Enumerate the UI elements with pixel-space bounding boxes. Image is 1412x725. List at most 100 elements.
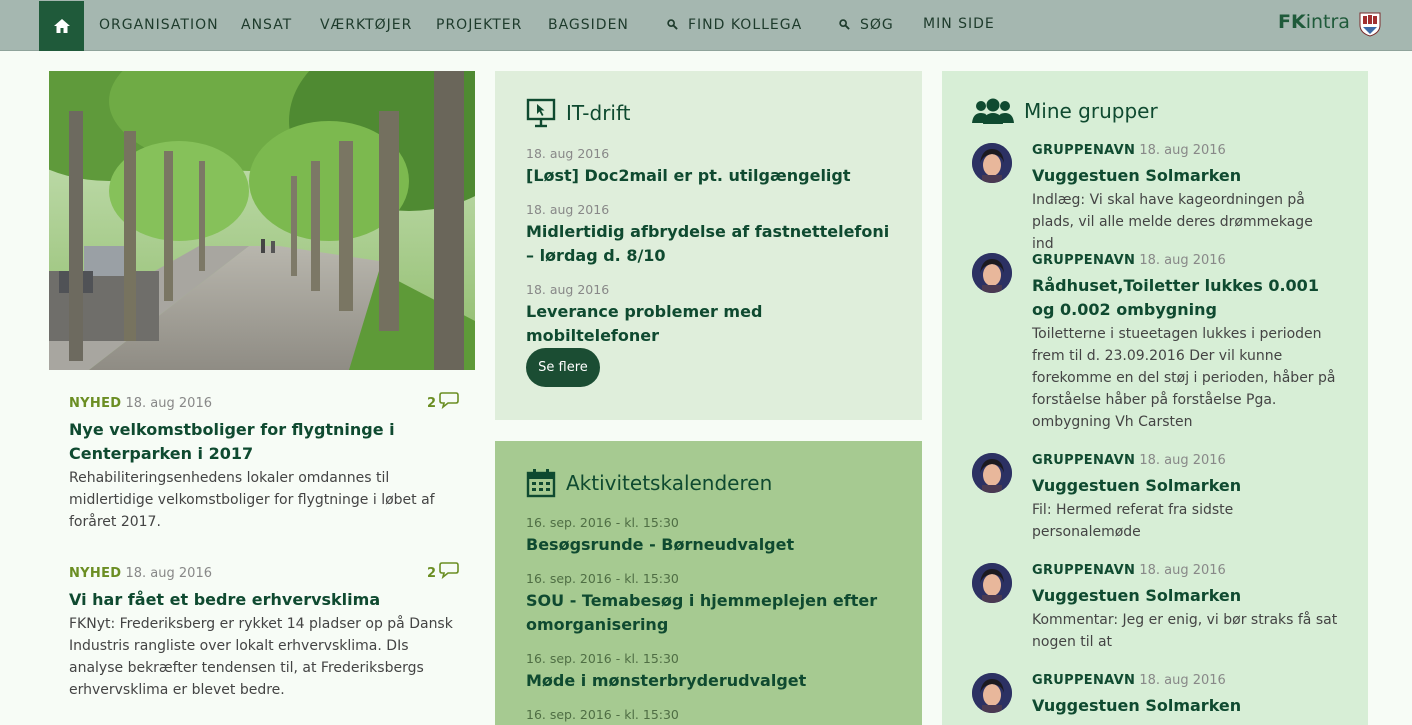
- group-meta: GRUPPENAVN 18. aug 2016: [1032, 673, 1338, 691]
- monitor-pointer-icon: [526, 98, 556, 128]
- comment-count-value: 2: [426, 566, 436, 581]
- it-item-date: 18. aug 2016: [526, 202, 610, 217]
- group-post-title[interactable]: Vuggestuen Solmarken: [1032, 164, 1338, 188]
- calendar-item[interactable]: 16. sep. 2016 - kl. 15:30 Besøgsrunde - …: [526, 515, 896, 557]
- news-title[interactable]: Vi har fået et bedre erhvervsklima: [69, 588, 459, 612]
- activity-calendar-card: Aktivitetskalenderen 16. sep. 2016 - kl.…: [495, 441, 922, 725]
- calendar-item-date: 16. sep. 2016 - kl. 15:30: [526, 515, 679, 530]
- crest-icon: [1359, 12, 1381, 37]
- nav-item-projekter[interactable]: PROJEKTER: [436, 17, 522, 33]
- group-name-label[interactable]: GRUPPENAVN: [1032, 253, 1135, 268]
- it-item-date: 18. aug 2016: [526, 146, 610, 161]
- group-meta: GRUPPENAVN 18. aug 2016: [1032, 253, 1338, 271]
- home-icon: [53, 19, 70, 33]
- find-kollega-label: FIND KOLLEGA: [688, 17, 803, 33]
- group-post-text: Indlæg: Vi skal have kageordningen på pl…: [1032, 192, 1313, 252]
- comment-bubble-icon: [439, 562, 459, 580]
- news-item[interactable]: NYHED 18. aug 2016 2 Nye velkomstboliger…: [69, 392, 459, 533]
- comment-count-value: 2: [426, 396, 436, 411]
- avatar: [972, 563, 1012, 603]
- news-date: 18. aug 2016: [125, 566, 212, 581]
- news-meta: NYHED 18. aug 2016: [69, 396, 459, 414]
- group-date: 18. aug 2016: [1139, 673, 1226, 688]
- group-name-label[interactable]: GRUPPENAVN: [1032, 453, 1135, 468]
- nav-item-organisation[interactable]: ORGANISATION: [99, 17, 219, 33]
- calendar-title: Aktivitetskalenderen: [526, 468, 772, 498]
- group-date: 18. aug 2016: [1139, 563, 1226, 578]
- search-icon: [667, 19, 678, 30]
- comment-count[interactable]: 2: [427, 562, 459, 581]
- it-item-title[interactable]: [Løst] Doc2mail er pt. utilgængeligt: [526, 164, 896, 188]
- group-meta: GRUPPENAVN 18. aug 2016: [1032, 143, 1338, 161]
- calendar-item-title[interactable]: Besøgsrunde - Børneudvalget: [526, 533, 896, 557]
- it-item[interactable]: 18. aug 2016 [Løst] Doc2mail er pt. util…: [526, 146, 896, 188]
- calendar-item-title[interactable]: SOU - Temabesøg i hjemmeplejen efter omo…: [526, 589, 896, 637]
- nav-item-find-kollega[interactable]: FIND KOLLEGA: [667, 17, 802, 33]
- calendar-item-date: 16. sep. 2016 - kl. 15:30: [526, 707, 679, 722]
- tree-avenue-image: [49, 71, 475, 370]
- calendar-icon: [526, 469, 556, 498]
- news-text: FKNyt: Frederiksberg er rykket 14 pladse…: [69, 616, 453, 698]
- it-drift-card: IT-drift 18. aug 2016 [Løst] Doc2mail er…: [495, 71, 922, 420]
- group-meta: GRUPPENAVN 18. aug 2016: [1032, 563, 1338, 581]
- it-item-title[interactable]: Midlertidig afbrydelse af fastnettelefon…: [526, 220, 896, 268]
- news-tag: NYHED: [69, 396, 122, 411]
- nav-item-vaerktoejer[interactable]: VÆRKTØJER: [320, 17, 412, 33]
- group-name-label[interactable]: GRUPPENAVN: [1032, 143, 1135, 158]
- group-post-text: Fil: Hermed referat fra sidste personale…: [1032, 502, 1234, 540]
- calendar-item-date: 16. sep. 2016 - kl. 15:30: [526, 651, 679, 666]
- calendar-item[interactable]: 16. sep. 2016 - kl. 15:30: [526, 707, 896, 725]
- group-post-text: Toiletterne i stueetagen lukkes i period…: [1032, 326, 1336, 430]
- news-text: Rehabiliteringsenhedens lokaler omdannes…: [69, 470, 435, 530]
- nav-item-ansat[interactable]: ANSAT: [241, 17, 292, 33]
- news-title[interactable]: Nye velkomstboliger for flygtninge i Cen…: [69, 418, 459, 466]
- groups-title-text: Mine grupper: [1024, 99, 1158, 123]
- it-drift-title-text: IT-drift: [566, 101, 631, 125]
- nav-item-bagsiden[interactable]: BAGSIDEN: [548, 17, 629, 33]
- news-photo[interactable]: [49, 71, 475, 370]
- comment-bubble-icon: [439, 392, 459, 410]
- news-meta: NYHED 18. aug 2016: [69, 566, 459, 584]
- see-more-button[interactable]: Se flere: [526, 348, 600, 387]
- group-name-label[interactable]: GRUPPENAVN: [1032, 673, 1135, 688]
- comment-count[interactable]: 2: [427, 392, 459, 411]
- brand-rest: intra: [1305, 11, 1350, 33]
- avatar: [972, 453, 1012, 493]
- it-item-title[interactable]: Leverance problemer med mobiltelefoner: [526, 300, 896, 348]
- calendar-title-text: Aktivitetskalenderen: [566, 471, 773, 495]
- calendar-item-title[interactable]: Møde i mønsterbryderudvalget: [526, 669, 896, 693]
- group-post-title[interactable]: Rådhuset,Toiletter lukkes 0.001 og 0.002…: [1032, 274, 1338, 322]
- it-item[interactable]: 18. aug 2016 Midlertidig afbrydelse af f…: [526, 202, 896, 268]
- group-post-title[interactable]: Vuggestuen Solmarken: [1032, 584, 1338, 608]
- group-post-title[interactable]: Vuggestuen Solmarken: [1032, 694, 1338, 718]
- brand-bold: FK: [1278, 11, 1306, 33]
- news-item[interactable]: NYHED 18. aug 2016 2 Vi har fået et bedr…: [69, 562, 459, 701]
- calendar-item-date: 16. sep. 2016 - kl. 15:30: [526, 571, 679, 586]
- search-icon: [839, 19, 850, 30]
- calendar-item[interactable]: 16. sep. 2016 - kl. 15:30 Møde i mønster…: [526, 651, 896, 693]
- group-date: 18. aug 2016: [1139, 253, 1226, 268]
- group-date: 18. aug 2016: [1139, 453, 1226, 468]
- it-item[interactable]: 18. aug 2016 Leverance problemer med mob…: [526, 282, 896, 348]
- top-navigation: ORGANISATION ANSAT VÆRKTØJER PROJEKTER B…: [0, 0, 1412, 51]
- my-groups-card: Mine grupper GRUPPENAVN 18. aug 2016 Vug…: [942, 71, 1368, 725]
- avatar: [972, 143, 1012, 183]
- group-post-text: Kommentar: Jeg er enig, vi bør straks få…: [1032, 612, 1338, 650]
- group-meta: GRUPPENAVN 18. aug 2016: [1032, 453, 1338, 471]
- group-people-icon: [972, 98, 1014, 124]
- group-post-title[interactable]: Vuggestuen Solmarken: [1032, 474, 1338, 498]
- news-date: 18. aug 2016: [125, 396, 212, 411]
- news-tag: NYHED: [69, 566, 122, 581]
- home-button[interactable]: [39, 1, 84, 51]
- calendar-item[interactable]: 16. sep. 2016 - kl. 15:30 SOU - Temabesø…: [526, 571, 896, 637]
- it-item-date: 18. aug 2016: [526, 282, 610, 297]
- nav-item-min-side[interactable]: MIN SIDE: [923, 16, 995, 32]
- soeg-label: SØG: [860, 17, 894, 33]
- avatar: [972, 673, 1012, 713]
- it-drift-title: IT-drift: [526, 98, 631, 128]
- group-name-label[interactable]: GRUPPENAVN: [1032, 563, 1135, 578]
- group-date: 18. aug 2016: [1139, 143, 1226, 158]
- nav-item-soeg[interactable]: SØG: [839, 17, 894, 33]
- brand-logo[interactable]: FKintra: [1278, 11, 1350, 33]
- avatar: [972, 253, 1012, 293]
